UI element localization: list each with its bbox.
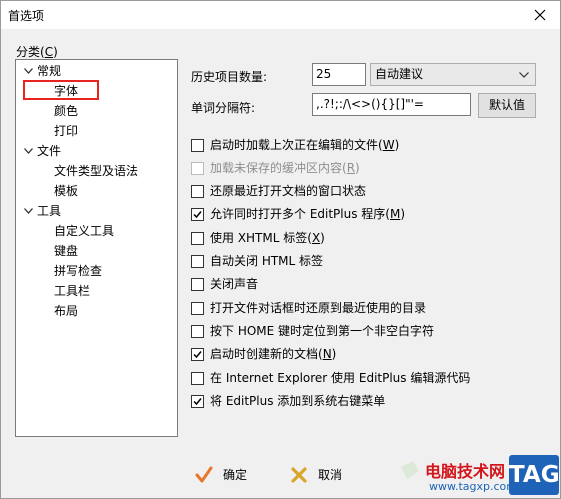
check-icon [193,211,202,219]
watermark-tag-badge: TAG [509,455,560,495]
category-tree[interactable]: 常规字体颜色打印文件文件类型及语法 模板工具自定义工具键盘拼写检查工具栏布局 [15,59,178,437]
history-count-label: 历史项目数量: [191,70,268,84]
tree-item[interactable]: 常规 [16,61,176,81]
history-count-input[interactable]: 25 [312,63,366,86]
tree-item-label: 拼写检查 [54,264,103,278]
option-label: 关闭声音 [210,277,259,291]
check-icon [193,351,202,359]
option-label: 将 EditPlus 添加到系统右键菜单 [210,394,386,408]
default-button[interactable]: 默认值 [478,93,536,118]
option-label: 在 Internet Explorer 使用 EditPlus 编辑源代码 [210,371,471,385]
checkbox[interactable] [191,372,204,385]
option-label: 按下 HOME 键时定位到第一个非空白字符 [210,324,435,338]
tree-item[interactable]: 字体 [16,81,176,101]
ok-button-label: 确定 [223,468,248,482]
tree-item[interactable]: 文件 [16,141,176,161]
tree-item-label: 键盘 [54,244,79,258]
watermark: 电脑技术网 www.tagxp.com TAG [397,453,561,499]
tree-item-label: 颜色 [54,104,79,118]
tree-item-label: 字体 [54,84,79,98]
chevron-down-icon [519,72,529,78]
checkbox [191,162,204,175]
close-icon [534,9,546,21]
history-mode-select[interactable]: 自动建议 [370,63,536,86]
tree-item[interactable]: 打印 [16,121,176,141]
tree-item-label: 文件类型及语法 [54,164,139,178]
watermark-site-name: 电脑技术网 [425,462,506,481]
tree-item[interactable]: 自定义工具 [16,221,176,241]
cancel-button[interactable]: 取消 [290,463,360,487]
tree-item[interactable]: 模板 [16,181,176,201]
checkbox[interactable] [191,139,204,152]
tree-item-label: 文件 [37,144,62,158]
checkmark-icon [195,466,213,483]
option-label: 还原最近打开文档的窗口状态 [210,184,367,198]
tree-item-label: 工具栏 [54,284,91,298]
tree-item-label: 模板 [54,184,79,198]
option-label: 自动关闭 HTML 标签 [210,254,324,268]
chevron-down-icon[interactable] [22,141,34,161]
tree-item[interactable]: 拼写检查 [16,261,176,281]
preferences-dialog: 首选项 分类(C) 常规字体颜色打印文件文件类型及语法 模板工具自定义工具键盘拼写… [0,0,561,499]
option-label: 打开文件对话框时还原到最近使用的目录 [210,301,427,315]
option-label: 加载未保存的缓冲区内容(R) [210,161,360,175]
option-label: 启动时创建新的文档(N) [210,347,337,361]
checkbox[interactable] [191,185,204,198]
tree-item[interactable]: 工具 [16,201,176,221]
tree-item[interactable]: 键盘 [16,241,176,261]
close-button[interactable] [520,1,560,29]
tree-item[interactable]: 文件类型及语法 [16,161,176,181]
checkbox[interactable] [191,348,204,361]
watermark-url: www.tagxp.com [429,480,517,493]
chevron-down-icon[interactable] [22,201,34,221]
checkbox[interactable] [191,278,204,291]
ok-button[interactable]: 确定 [195,463,265,487]
tree-item[interactable]: 布局 [16,301,176,321]
checkbox[interactable] [191,325,204,338]
checkbox[interactable] [191,232,204,245]
checkbox[interactable] [191,255,204,268]
tree-item-label: 自定义工具 [54,224,115,238]
tree-item[interactable]: 工具栏 [16,281,176,301]
check-icon [193,398,202,406]
tree-item-label: 布局 [54,304,79,318]
watermark-logo-icon [401,461,419,479]
checkbox[interactable] [191,208,204,221]
tree-item-label: 工具 [37,204,62,218]
option-label: 启动时加载上次正在编辑的文件(W) [210,138,400,152]
option-label: 允许同时打开多个 EditPlus 程序(M) [210,207,406,221]
tree-item-label: 常规 [37,64,62,78]
tree-item-label: 打印 [54,124,79,138]
tree-item[interactable]: 颜色 [16,101,176,121]
word-delimiter-input[interactable]: ,.?!;:/\<>(){}[]"'= [312,93,471,116]
cross-icon [291,467,307,483]
checkbox[interactable] [191,395,204,408]
chevron-down-icon[interactable] [22,61,34,81]
cancel-button-label: 取消 [318,468,343,482]
checkbox[interactable] [191,302,204,315]
title-bar: 首选项 [1,1,560,29]
history-mode-value: 自动建议 [375,67,424,81]
category-label: 分类(C) [16,45,58,59]
window-title: 首选项 [8,9,45,23]
option-label: 使用 XHTML 标签(X) [210,231,325,245]
word-delimiter-label: 单词分隔符: [191,101,256,115]
